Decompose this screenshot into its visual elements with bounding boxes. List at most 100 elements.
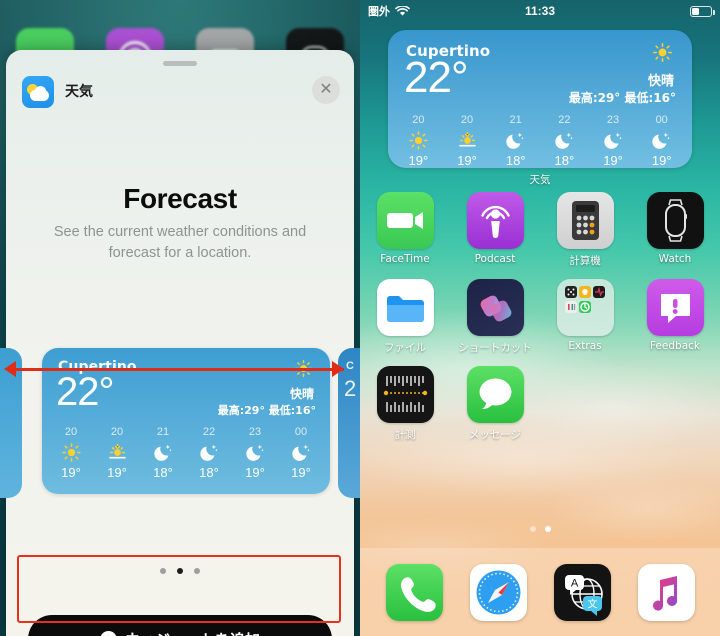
safari-icon[interactable]	[469, 563, 527, 621]
hour-time: 22	[202, 426, 216, 438]
sheet-grabber[interactable]	[163, 61, 197, 66]
app-label: メッセージ	[468, 429, 522, 441]
moon-icon	[491, 128, 540, 152]
app-feedback[interactable]: Feedback	[630, 279, 720, 355]
hour-column: 22 18°	[540, 114, 589, 168]
facetime-icon	[376, 192, 434, 249]
widget-temperature: 22°	[404, 53, 469, 102]
home-weather-widget[interactable]: Cupertino 22° 快晴 最高:29° 最低:16° 20 19° 20 19…	[388, 30, 692, 168]
close-icon[interactable]: ✕	[312, 76, 340, 104]
app-extras-folder[interactable]: Extras	[540, 279, 630, 355]
hour-column: 23 19°	[589, 114, 638, 168]
hour-column: 21 18°	[491, 114, 540, 168]
annotation-arrow-right-head	[332, 361, 344, 377]
sunset-icon	[443, 128, 492, 152]
hour-temp: 19°	[61, 465, 81, 480]
page-dot[interactable]	[544, 526, 551, 532]
widget-carousel[interactable]: C2 Cupertino 22° 快晴 最高:29° 最低:16° 20 19° 2…	[0, 348, 360, 498]
widget-high-low: 最高:29° 最低:16°	[568, 91, 676, 105]
hour-temp: 18°	[199, 465, 219, 480]
hour-time: 20	[460, 114, 474, 126]
widget-high-low: 最高:29° 最低:16°	[217, 404, 316, 417]
app-grid: FaceTime Podcast 計算機 Watch ファイル ショートカット …	[360, 192, 720, 442]
app-label: ショートカット	[458, 342, 532, 354]
hour-column: 20 19°	[48, 426, 94, 480]
app-empty	[540, 366, 630, 442]
app-messages[interactable]: メッセージ	[450, 366, 540, 442]
widget-picker-screen: 天気 ✕ Forecast See the current weather co…	[0, 0, 360, 636]
moon-icon	[140, 440, 186, 464]
widget-hourly-row: 20 19° 20 19° 21 18° 22 18° 23 19° 00 19°	[394, 114, 686, 168]
app-files[interactable]: ファイル	[360, 279, 450, 355]
sheet-header: 天気 ✕	[22, 76, 340, 110]
hour-time: 20	[110, 426, 124, 438]
measure-icon	[376, 366, 434, 423]
app-label: 計算機	[569, 255, 601, 267]
app-label: Watch	[658, 253, 692, 265]
hour-time: 00	[655, 114, 668, 126]
app-label: Podcast	[474, 253, 516, 265]
hour-column: 20 19°	[94, 426, 140, 480]
widget-temperature: 22°	[56, 370, 114, 414]
annotation-box-add-button	[17, 555, 341, 623]
watch-icon	[646, 192, 704, 249]
hour-temp: 19°	[408, 153, 429, 168]
app-label: FaceTime	[380, 253, 430, 265]
music-icon[interactable]	[637, 563, 695, 621]
weather-app-icon	[22, 76, 54, 108]
plus-circle-icon: +	[99, 630, 117, 636]
page-description: See the current weather conditions and f…	[53, 224, 307, 261]
hour-column: 22 18°	[186, 426, 232, 480]
hour-temp: 19°	[107, 465, 127, 480]
status-bar: 圏外 11:33	[360, 0, 720, 22]
widget-name-label: 天気	[529, 174, 551, 186]
annotation-arrow-right-line	[160, 368, 344, 371]
phone-icon[interactable]	[385, 563, 443, 621]
weather-widget[interactable]: Cupertino 22° 快晴 最高:29° 最低:16° 20 19° 20 19…	[388, 30, 692, 168]
home-page-dots[interactable]	[360, 526, 720, 532]
hour-temp: 19°	[245, 465, 265, 480]
widget-condition: 快晴	[289, 387, 314, 401]
svg-text:A: A	[570, 577, 578, 589]
app-watch[interactable]: Watch	[630, 192, 720, 268]
app-row: FaceTime Podcast 計算機 Watch	[360, 192, 720, 268]
moon-icon	[232, 440, 278, 464]
hour-temp: 19°	[651, 153, 672, 168]
app-row: 計測 メッセージ	[360, 366, 720, 442]
folder-icon	[556, 279, 614, 336]
hour-temp: 18°	[505, 153, 526, 168]
hour-temp: 18°	[153, 465, 173, 480]
hour-temp: 19°	[291, 465, 311, 480]
podcasts-icon	[466, 192, 524, 249]
page-title: Forecast	[123, 183, 237, 214]
app-label: ファイル	[384, 342, 426, 354]
sun-icon	[48, 440, 94, 464]
page-dot[interactable]	[529, 526, 536, 532]
app-row: ファイル ショートカット Extras Feedback	[360, 279, 720, 355]
hour-temp: 18°	[554, 153, 575, 168]
app-facetime[interactable]: FaceTime	[360, 192, 450, 268]
feedback-icon	[646, 279, 704, 336]
app-shortcuts[interactable]: ショートカット	[450, 279, 540, 355]
add-widget-label: ウィジェットを追加	[125, 629, 260, 636]
hour-time: 00	[294, 426, 308, 438]
svg-text:文: 文	[587, 597, 597, 610]
app-calculator[interactable]: 計算機	[540, 192, 630, 268]
status-clock: 11:33	[524, 4, 556, 18]
hour-column: 21 18°	[140, 426, 186, 480]
moon-icon	[186, 440, 232, 464]
dock: A 文	[360, 548, 720, 636]
moon-icon	[637, 128, 686, 152]
files-icon	[376, 279, 434, 336]
widget-hourly-row: 20 19° 20 19° 21 18° 22 18° 23 19° 00 19°	[48, 426, 324, 480]
hour-time: 22	[558, 114, 571, 126]
shortcuts-icon	[466, 279, 524, 336]
moon-icon	[589, 128, 638, 152]
app-label: Feedback	[649, 340, 700, 352]
messages-icon	[466, 366, 524, 423]
hour-time: 20	[64, 426, 78, 438]
translate-icon[interactable]: A 文	[553, 563, 611, 621]
app-measure[interactable]: 計測	[360, 366, 450, 442]
sun-icon	[394, 128, 443, 152]
app-podcast[interactable]: Podcast	[450, 192, 540, 268]
